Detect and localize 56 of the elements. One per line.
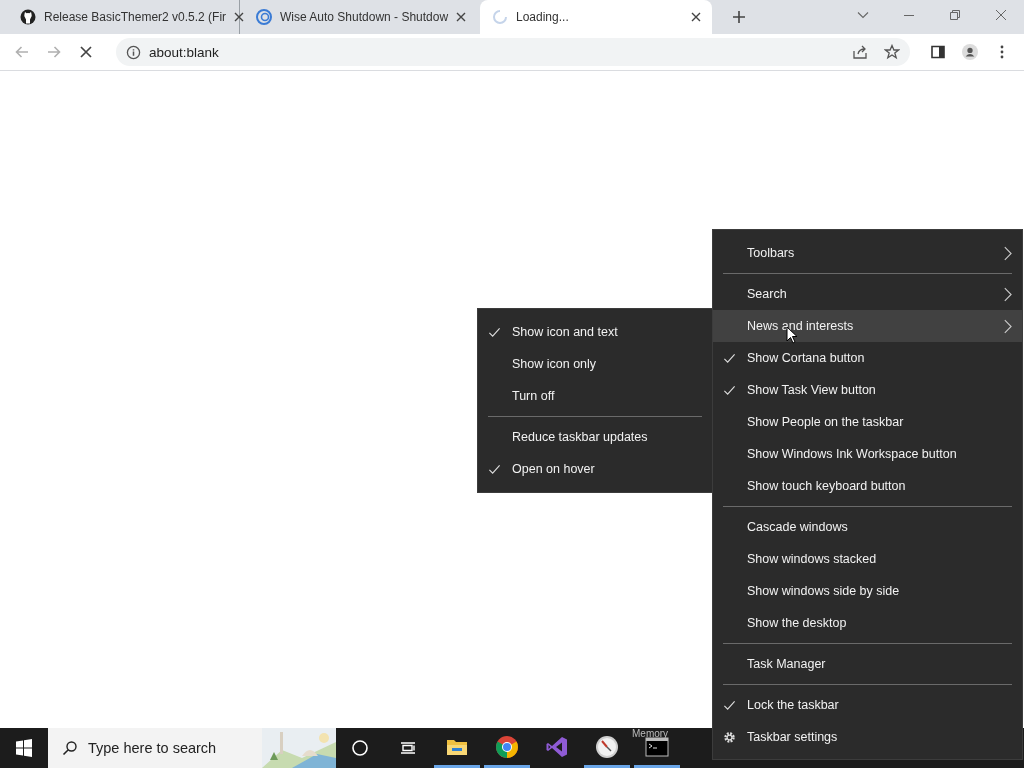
search-field[interactable]: Type here to search [48, 728, 336, 768]
new-tab-icon[interactable] [732, 10, 746, 24]
close-icon[interactable] [456, 12, 467, 22]
menu-item[interactable]: Show touch keyboard button [713, 470, 1022, 502]
settings-icon [723, 730, 736, 744]
stop-icon[interactable] [78, 44, 94, 60]
info-icon [126, 44, 141, 60]
dial-icon [595, 734, 619, 759]
swirl-logo-icon [256, 9, 272, 25]
address-bar[interactable]: about:blank [116, 38, 910, 66]
close-icon[interactable] [691, 12, 701, 22]
checkmark-icon [488, 325, 501, 339]
menu-item[interactable]: Show People on the taskbar [713, 406, 1022, 438]
loading-spinner-icon [492, 9, 508, 25]
menu-item[interactable]: Lock the taskbar [713, 689, 1022, 721]
menu-item[interactable]: Reduce taskbar updates [478, 421, 712, 453]
side-panel-icon[interactable] [930, 44, 946, 60]
close-icon[interactable] [994, 8, 1008, 22]
checkmark-icon [723, 383, 736, 397]
menu-item[interactable]: Show Cortana button [713, 342, 1022, 374]
infinity-logo-icon [545, 734, 569, 759]
browser-logo-icon [495, 734, 519, 759]
chevron-right-icon [1003, 245, 1012, 261]
menu-item[interactable]: Cascade windows [713, 511, 1022, 543]
checkmark-icon [723, 351, 736, 365]
restore-icon[interactable] [948, 8, 962, 22]
checkmark-icon [488, 462, 501, 476]
menu-item[interactable]: Task Manager [713, 648, 1022, 680]
browser-tab[interactable]: Release BasicThemer2 v0.5.2 (Fir [8, 0, 240, 34]
menu-item[interactable]: Open on hover [478, 453, 712, 485]
search-icon [62, 740, 78, 756]
share-icon[interactable] [852, 44, 868, 60]
menu-item[interactable]: Show windows stacked [713, 543, 1022, 575]
window-label: Memory [632, 728, 669, 739]
cat-logo-icon [20, 9, 36, 25]
menu-item[interactable]: Taskbar settings [713, 721, 1022, 753]
profile-icon[interactable] [962, 44, 978, 60]
chevron-right-icon [1003, 318, 1012, 334]
menu-item[interactable]: Show Task View button [713, 374, 1022, 406]
menu-item[interactable]: News and interests [713, 310, 1022, 342]
menu-item[interactable]: Turn off [478, 380, 712, 412]
chevron-right-icon [1003, 286, 1012, 302]
star-icon[interactable] [884, 44, 900, 60]
checkmark-icon [723, 698, 736, 712]
menu-item[interactable]: Show windows side by side [713, 575, 1022, 607]
close-icon[interactable] [234, 12, 245, 22]
url-text: about:blank [149, 44, 219, 60]
menu-item[interactable]: Search [713, 278, 1022, 310]
menu-item[interactable]: Show icon and text [478, 316, 712, 348]
browser-tab[interactable]: Loading... [480, 0, 712, 34]
browser-tab[interactable]: Wise Auto Shutdown - Shutdow [244, 0, 476, 34]
menu-item[interactable]: Toolbars [713, 237, 1022, 269]
menu-item[interactable]: Show the desktop [713, 607, 1022, 639]
menu-item[interactable]: Show Windows Ink Workspace button [713, 438, 1022, 470]
circle-icon[interactable] [350, 738, 370, 758]
menu-item[interactable]: Show icon only [478, 348, 712, 380]
